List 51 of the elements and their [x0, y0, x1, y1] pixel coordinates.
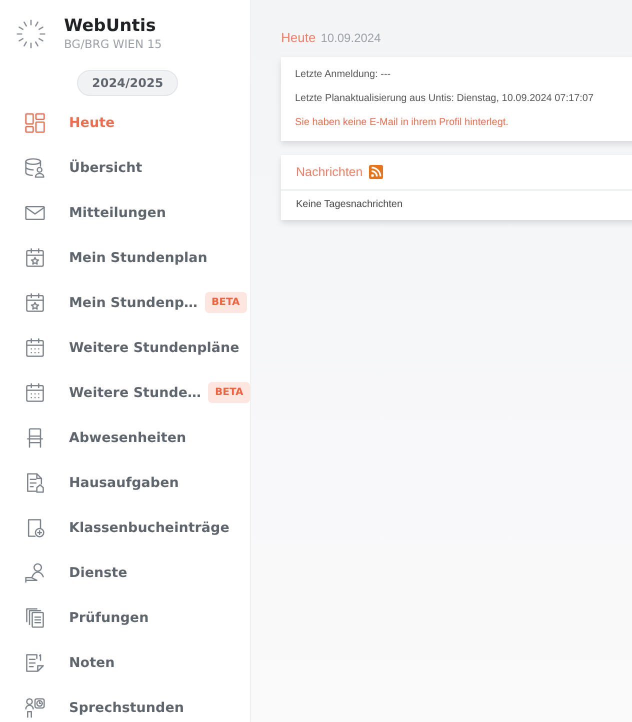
nav-label: Abwesenheiten: [69, 430, 186, 446]
nav-label: Weitere Stundenpläne: [69, 340, 240, 356]
warning-text: Sie haben keine E-Mail in ihrem Profil hinterlegt.: [295, 116, 510, 130]
nav-label: Sprechstunden: [69, 700, 184, 716]
nav-label: Übersicht: [69, 160, 142, 176]
chair-icon: [24, 426, 46, 448]
news-text: Keine Tagesnachrichten: [295, 198, 404, 212]
rss-icon[interactable]: [368, 165, 383, 179]
nav-label: Mein Stundenp…: [69, 294, 198, 310]
nav-item[interactable]: Weitere Stunde… BETA: [0, 370, 250, 415]
nav-label: Noten: [69, 654, 115, 670]
nav-item[interactable]: Hausaufgaben: [0, 460, 250, 505]
nav-item[interactable]: Klassenbucheinträge: [0, 505, 250, 550]
nav-item[interactable]: Weitere Stundenpläne: [0, 325, 250, 370]
database-user-icon: [24, 156, 46, 178]
nav-label: Prüfungen: [69, 610, 149, 626]
nav-label: Weitere Stunde…: [69, 384, 202, 400]
beta-badge: BETA: [204, 292, 247, 313]
dashboard-icon: [24, 112, 46, 134]
nav-item[interactable]: Prüfungen: [0, 595, 250, 640]
app-name: WebUntis: [64, 16, 157, 36]
person-clock-icon: [24, 696, 46, 718]
calendar-grid-icon: [24, 382, 46, 404]
nav-item[interactable]: Noten: [0, 640, 250, 685]
beta-badge: BETA: [208, 382, 250, 403]
doc-home-icon: [24, 472, 46, 494]
nav-item[interactable]: Übersicht: [0, 145, 250, 190]
stack-icon: [24, 606, 46, 628]
news-title: Nachrichten: [296, 165, 363, 179]
school-name: BG/BRG WIEN 15: [64, 37, 162, 51]
school-year-button[interactable]: 2024/2025: [77, 70, 178, 96]
page-title: Heute: [281, 30, 316, 45]
info-text: Letzte Anmeldung: ---: [295, 68, 392, 82]
nav-label: Dienste: [69, 564, 128, 580]
nav-label: Mitteilungen: [69, 204, 166, 220]
nav-item[interactable]: Dienste: [0, 550, 250, 595]
page-date: 10.09.2024: [320, 31, 381, 45]
nav-label: Heute: [69, 114, 115, 130]
info-text: Letzte Planaktualisierung aus Untis: Dienstag, 10.09.2024 07:17:07: [295, 92, 595, 106]
nav-label: Mein Stundenplan: [69, 250, 208, 266]
person-hand-icon: [24, 562, 46, 584]
nav-item[interactable]: Heute: [0, 100, 250, 145]
nav-label: Hausaufgaben: [69, 474, 179, 490]
calendar-grid-icon: [24, 336, 46, 358]
nav-label: Klassenbucheinträge: [69, 520, 230, 536]
nav-item[interactable]: Mein Stundenplan: [0, 235, 250, 280]
nav-item[interactable]: Abwesenheiten: [0, 415, 250, 460]
nav-item[interactable]: Mein Stundenp… BETA: [0, 280, 250, 325]
doc-note-icon: [24, 652, 46, 674]
nav-item[interactable]: Sprechstunden: [0, 685, 250, 722]
nav-item[interactable]: Mitteilungen: [0, 190, 250, 235]
